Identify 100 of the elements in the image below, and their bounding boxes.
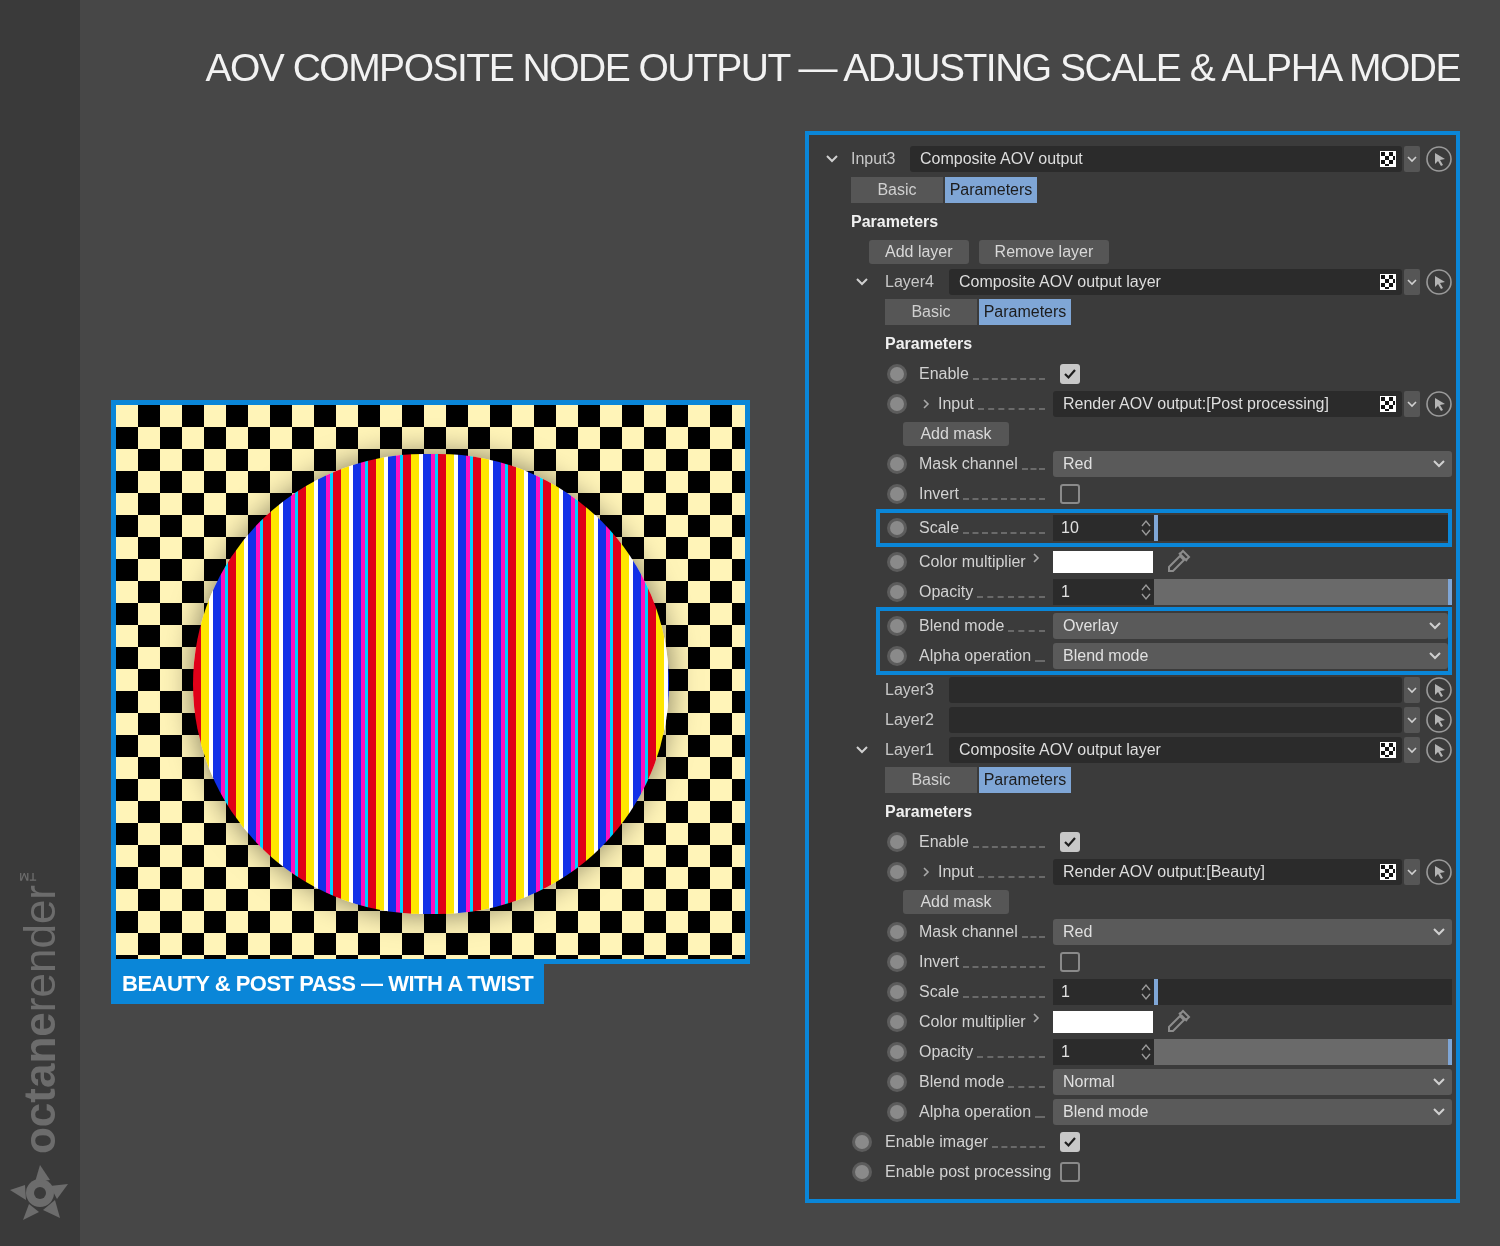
spinner-arrows-icon[interactable] (1140, 982, 1152, 1002)
checkbox[interactable] (1060, 364, 1080, 384)
chevron-down-icon (1407, 746, 1417, 754)
param-label: Blend mode (919, 1072, 1005, 1092)
color-swatch[interactable] (1053, 1011, 1153, 1033)
node-label: Layer2 (885, 710, 935, 730)
parameter-pin-icon[interactable] (886, 921, 908, 943)
parameter-pin-icon[interactable] (886, 483, 908, 505)
chevron-down-icon[interactable] (855, 745, 869, 755)
cursor-picker-icon[interactable] (1426, 707, 1452, 733)
dropdown[interactable]: Blend mode (1053, 643, 1448, 669)
param-label: Color multiplier (919, 1012, 1026, 1032)
tab[interactable]: Parameters (979, 299, 1071, 325)
number-field[interactable]: 1 (1053, 1039, 1154, 1065)
dropdown[interactable]: Blend mode (1053, 1099, 1452, 1125)
dropdown[interactable]: Red (1053, 451, 1452, 477)
checkbox[interactable] (1060, 1162, 1080, 1182)
dropdown[interactable]: Overlay (1053, 613, 1448, 639)
chevron-down-icon (1407, 716, 1417, 724)
dropdown-arrow-button[interactable] (1404, 146, 1420, 172)
slider-thumb[interactable] (1154, 515, 1158, 541)
parameter-pin-icon[interactable] (886, 951, 908, 973)
dropdown-arrow-button[interactable] (1404, 391, 1420, 417)
tab[interactable]: Basic (885, 299, 977, 325)
checker-icon (1380, 274, 1396, 290)
dropdown-arrow-button[interactable] (1404, 737, 1420, 763)
tab[interactable]: Parameters (945, 177, 1037, 203)
add-mask-button[interactable]: Add mask (903, 422, 1009, 446)
parameter-pin-icon[interactable] (886, 1041, 908, 1063)
layer-button[interactable]: Remove layer (978, 240, 1110, 264)
chevron-right-icon[interactable] (922, 866, 930, 878)
parameter-pin-icon[interactable] (886, 861, 908, 883)
spinner-arrows-icon[interactable] (1140, 582, 1152, 602)
parameter-pin-icon[interactable] (886, 393, 908, 415)
chevron-down-icon (1407, 868, 1417, 876)
parameter-pin-icon[interactable] (886, 981, 908, 1003)
parameter-pin-icon[interactable] (886, 551, 908, 573)
tab[interactable]: Parameters (979, 767, 1071, 793)
checkmark-icon (1063, 368, 1077, 380)
param-label: Mask channel (919, 454, 1018, 474)
cursor-picker-icon[interactable] (1426, 269, 1452, 295)
dropdown-arrow-button[interactable] (1404, 269, 1420, 295)
dropdown-arrow-button[interactable] (1404, 677, 1420, 703)
spinner-arrows-icon[interactable] (1140, 518, 1152, 538)
number-field[interactable]: 1 (1053, 979, 1154, 1005)
eyedropper-icon[interactable] (1165, 549, 1191, 575)
chevron-down-icon (1432, 1107, 1446, 1117)
checkbox[interactable] (1060, 832, 1080, 852)
cursor-picker-icon[interactable] (1426, 391, 1452, 417)
cursor-picker-icon[interactable] (1426, 146, 1452, 172)
cursor-picker-icon[interactable] (1426, 677, 1452, 703)
dropdown[interactable]: Red (1053, 919, 1452, 945)
parameter-pin-icon[interactable] (886, 1011, 908, 1033)
cursor-picker-icon[interactable] (1426, 737, 1452, 763)
node-link-field[interactable]: Composite AOV output layer (949, 269, 1402, 295)
node-link-field[interactable]: Render AOV output:[Beauty] (1053, 859, 1402, 885)
add-mask-button[interactable]: Add mask (903, 890, 1009, 914)
cursor-picker-icon[interactable] (1426, 859, 1452, 885)
checkbox[interactable] (1060, 952, 1080, 972)
node-link-field[interactable]: Composite AOV output layer (949, 737, 1402, 763)
tab[interactable]: Basic (851, 177, 943, 203)
checkbox[interactable] (1060, 484, 1080, 504)
parameter-pin-icon[interactable] (886, 581, 908, 603)
number-field[interactable]: 10 (1053, 515, 1154, 541)
parameter-pin-icon[interactable] (886, 831, 908, 853)
spinner-arrows-icon[interactable] (1140, 1042, 1152, 1062)
param-label: Opacity (919, 582, 974, 602)
parameter-pin-icon[interactable] (851, 1131, 873, 1153)
parameter-pin-icon[interactable] (886, 1071, 908, 1093)
layer-button[interactable]: Add layer (869, 240, 969, 264)
eyedropper-icon[interactable] (1165, 1009, 1191, 1035)
node-link-field[interactable]: Composite AOV output (910, 146, 1402, 172)
param-label: Enable (919, 832, 969, 852)
parameter-pin-icon[interactable] (886, 363, 908, 385)
slider-thumb[interactable] (1154, 979, 1158, 1005)
parameter-pin-icon[interactable] (851, 1161, 873, 1183)
chevron-right-icon[interactable] (922, 398, 930, 410)
chevron-down-icon[interactable] (825, 154, 839, 164)
dropdown[interactable]: Normal (1053, 1069, 1452, 1095)
slider-thumb[interactable] (1448, 579, 1452, 605)
parameter-pin-icon[interactable] (886, 1101, 908, 1123)
number-field[interactable]: 1 (1053, 579, 1154, 605)
parameter-pin-icon[interactable] (886, 517, 908, 539)
param-label: Blend mode (919, 616, 1005, 636)
parameter-pin-icon[interactable] (886, 645, 908, 667)
param-label: Enable (919, 364, 969, 384)
section-heading: Parameters (851, 212, 940, 232)
color-swatch[interactable] (1053, 551, 1153, 573)
node-link-field[interactable]: Render AOV output:[Post processing] (1053, 391, 1402, 417)
param-label: Input (938, 394, 974, 414)
slider-thumb[interactable] (1448, 1039, 1452, 1065)
chevron-down-icon[interactable] (855, 277, 869, 287)
dropdown-arrow-button[interactable] (1404, 859, 1420, 885)
chevron-right-icon[interactable] (1031, 552, 1040, 564)
checkbox[interactable] (1060, 1132, 1080, 1152)
parameter-pin-icon[interactable] (886, 453, 908, 475)
chevron-right-icon[interactable] (1031, 1012, 1040, 1024)
parameter-pin-icon[interactable] (886, 615, 908, 637)
tab[interactable]: Basic (885, 767, 977, 793)
dropdown-arrow-button[interactable] (1404, 707, 1420, 733)
